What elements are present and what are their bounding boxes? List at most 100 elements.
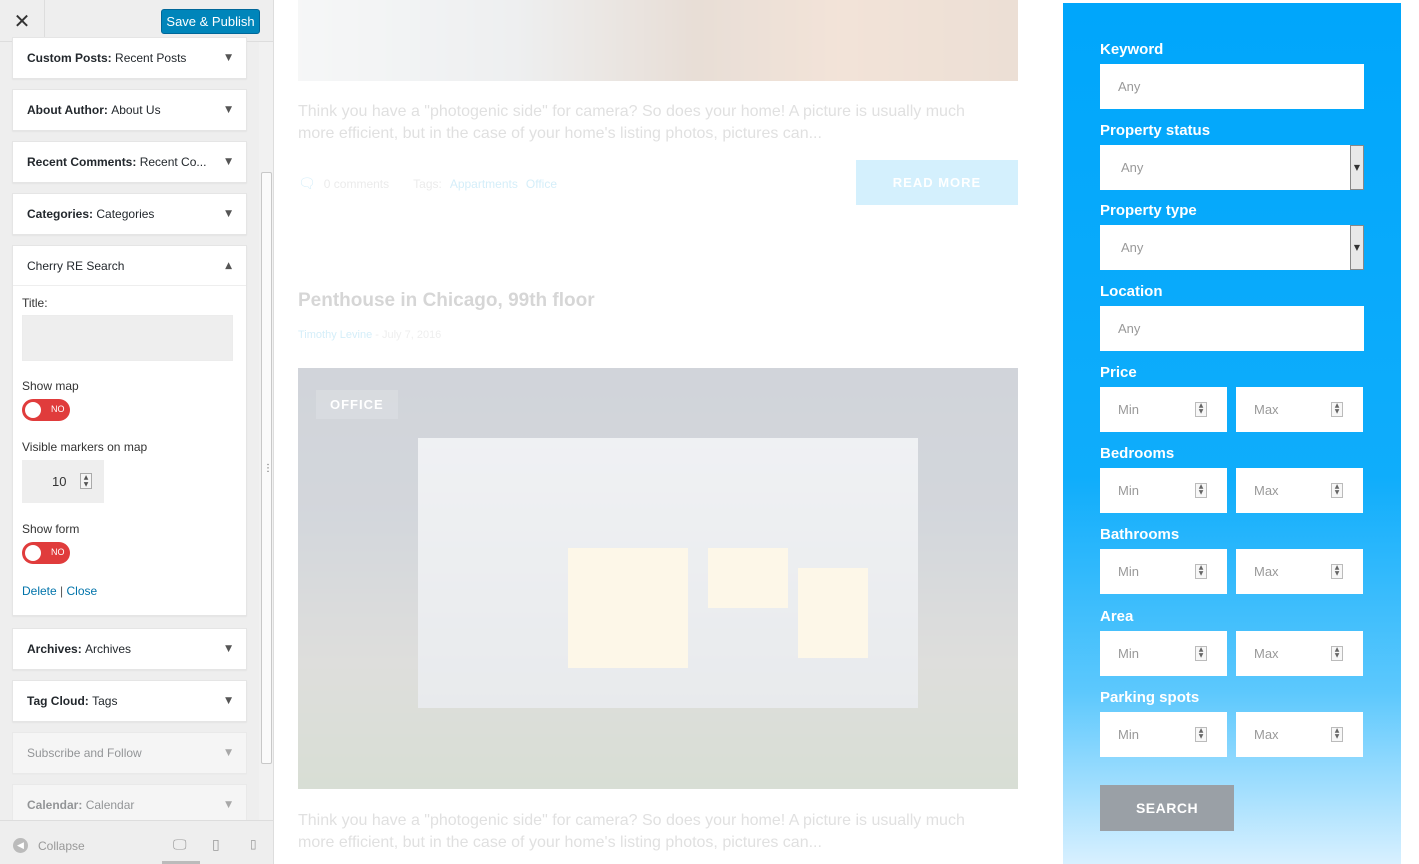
placeholder: Min — [1118, 646, 1139, 661]
property-type-select[interactable]: Any ▼ — [1100, 225, 1364, 270]
spinner-arrows-icon[interactable]: ▲ ▼ — [1195, 564, 1207, 579]
collapse-label: Collapse — [38, 838, 85, 853]
spinner-arrows-icon[interactable]: ▲ ▼ — [1331, 402, 1343, 417]
caret-down-icon[interactable]: ▼ — [225, 53, 232, 63]
caret-up-icon[interactable]: ▲ — [225, 261, 232, 271]
widget-name: Recent Posts — [115, 51, 187, 65]
post-excerpt: Think you have a "photogenic side" for c… — [298, 103, 965, 142]
widget-about-author[interactable]: About Author: About Us ▼ — [12, 89, 247, 131]
markers-stepper[interactable]: 10 ▲ ▼ — [22, 460, 104, 503]
search-button[interactable]: SEARCH — [1100, 785, 1234, 831]
spinner-arrows-icon[interactable]: ▲ ▼ — [1331, 564, 1343, 579]
spinner-arrows-icon[interactable]: ▲ ▼ — [1195, 483, 1207, 498]
spinner-arrows-icon[interactable]: ▲ ▼ — [1195, 646, 1207, 661]
spinner-arrows-icon[interactable]: ▲ ▼ — [1331, 646, 1343, 661]
bedrooms-min-input[interactable]: Min ▲ ▼ — [1100, 468, 1227, 513]
bathrooms-label: Bathrooms — [1100, 526, 1180, 543]
widget-name: Calendar — [85, 798, 135, 812]
widget-categories[interactable]: Categories: Categories ▼ — [12, 193, 247, 235]
widget-archives[interactable]: Archives: Archives ▼ — [12, 628, 247, 670]
comment-icon: 🗨 — [298, 176, 316, 192]
collapse-arrow-icon: ◀ — [13, 838, 28, 853]
mobile-preview-icon[interactable]: ▯ — [250, 837, 257, 851]
tag-link[interactable]: Office — [526, 177, 557, 191]
area-max-input[interactable]: Max ▲ ▼ — [1236, 631, 1363, 676]
widget-cherry-re-search: Cherry RE Search ▲ Title: Show map NO Vi… — [12, 245, 247, 616]
property-type-label: Property type — [1100, 202, 1197, 219]
close-link[interactable]: Close — [67, 584, 98, 598]
desktop-preview-icon[interactable]: 🖵 — [173, 837, 187, 853]
widget-name: Archives — [85, 642, 132, 656]
panel-scrollbar[interactable] — [259, 42, 273, 820]
price-label: Price — [1100, 364, 1137, 381]
customizer-panel: ✕ Save & Publish Custom Posts: Recent Po… — [0, 0, 274, 864]
widget-subscribe[interactable]: Subscribe and Follow ▼ — [12, 732, 247, 774]
widget-name: Recent Co... — [139, 155, 207, 169]
location-label: Location — [1100, 283, 1163, 300]
select-value: Any — [1121, 160, 1144, 175]
keyword-label: Keyword — [1100, 41, 1164, 58]
bathrooms-min-input[interactable]: Min ▲ ▼ — [1100, 549, 1227, 594]
widget-name: Categories — [96, 207, 155, 221]
post-title[interactable]: Penthouse in Chicago, 99th floor — [298, 290, 595, 312]
placeholder: Max — [1254, 564, 1279, 579]
widget-type: Archives: — [27, 642, 82, 656]
placeholder: Min — [1118, 727, 1139, 742]
caret-down-icon[interactable]: ▼ — [225, 696, 232, 706]
post-image-top — [298, 0, 1018, 81]
title-input[interactable] — [22, 315, 233, 361]
widget-actions: Delete | Close — [22, 584, 233, 598]
spinner-arrows-icon[interactable]: ▲ ▼ — [1195, 727, 1207, 742]
author-link[interactable]: Timothy Levine — [298, 329, 372, 341]
area-label: Area — [1100, 608, 1134, 625]
bedrooms-max-input[interactable]: Max ▲ ▼ — [1236, 468, 1363, 513]
caret-down-icon[interactable]: ▼ — [225, 800, 232, 810]
chevron-down-icon[interactable]: ▼ — [1350, 145, 1364, 190]
save-publish-button[interactable]: Save & Publish — [161, 9, 260, 34]
link-separator: | — [60, 584, 64, 598]
caret-down-icon[interactable]: ▼ — [225, 209, 232, 219]
spinner-arrows-icon[interactable]: ▲ ▼ — [1331, 727, 1343, 742]
customizer-footer: ◀ Collapse 🖵 ▯ ▯ — [0, 820, 273, 864]
show-form-toggle[interactable]: NO — [22, 542, 70, 564]
collapse-button[interactable]: ◀ Collapse — [13, 838, 85, 853]
toggle-knob — [25, 545, 41, 561]
customizer-screen: ✕ Save & Publish Custom Posts: Recent Po… — [0, 0, 1419, 864]
comments-count[interactable]: 0 comments — [324, 177, 389, 191]
placeholder: Min — [1118, 564, 1139, 579]
caret-down-icon[interactable]: ▼ — [225, 105, 232, 115]
price-max-input[interactable]: Max ▲ ▼ — [1236, 387, 1363, 432]
spinner-arrows-icon[interactable]: ▲ ▼ — [1331, 483, 1343, 498]
category-badge[interactable]: OFFICE — [316, 390, 398, 419]
house-illustration — [418, 438, 918, 708]
bathrooms-max-input[interactable]: Max ▲ ▼ — [1236, 549, 1363, 594]
caret-down-icon[interactable]: ▼ — [225, 748, 232, 758]
widget-type: Categories: — [27, 207, 94, 221]
close-icon[interactable]: ✕ — [0, 0, 45, 42]
spinner-arrows-icon[interactable]: ▲ ▼ — [1195, 402, 1207, 417]
price-min-input[interactable]: Min ▲ ▼ — [1100, 387, 1227, 432]
post-image-house[interactable]: OFFICE — [298, 368, 1018, 789]
keyword-input[interactable]: Any — [1100, 64, 1364, 109]
show-map-toggle[interactable]: NO — [22, 399, 70, 421]
caret-down-icon[interactable]: ▼ — [225, 644, 232, 654]
chevron-down-icon[interactable]: ▼ — [1350, 225, 1364, 270]
widget-tag-cloud[interactable]: Tag Cloud: Tags ▼ — [12, 680, 247, 722]
location-input[interactable]: Any — [1100, 306, 1364, 351]
widget-type: About Author: — [27, 103, 108, 117]
tag-link[interactable]: Appartments — [450, 177, 518, 191]
widget-recent-comments[interactable]: Recent Comments: Recent Co... ▼ — [12, 141, 247, 183]
area-min-input[interactable]: Min ▲ ▼ — [1100, 631, 1227, 676]
tablet-preview-icon[interactable]: ▯ — [212, 837, 220, 853]
read-more-button[interactable]: READ MORE — [856, 160, 1018, 205]
parking-max-input[interactable]: Max ▲ ▼ — [1236, 712, 1363, 757]
delete-link[interactable]: Delete — [22, 584, 57, 598]
select-value: Any — [1121, 240, 1144, 255]
widget-custom-posts[interactable]: Custom Posts: Recent Posts ▼ — [12, 37, 247, 79]
spinner-arrows-icon[interactable]: ▲ ▼ — [80, 473, 92, 489]
widget-header[interactable]: Cherry RE Search ▲ — [13, 246, 246, 286]
parking-min-input[interactable]: Min ▲ ▼ — [1100, 712, 1227, 757]
property-status-select[interactable]: Any ▼ — [1100, 145, 1364, 190]
caret-down-icon[interactable]: ▼ — [225, 157, 232, 167]
resize-grip-icon[interactable]: ⋮ — [263, 463, 273, 474]
